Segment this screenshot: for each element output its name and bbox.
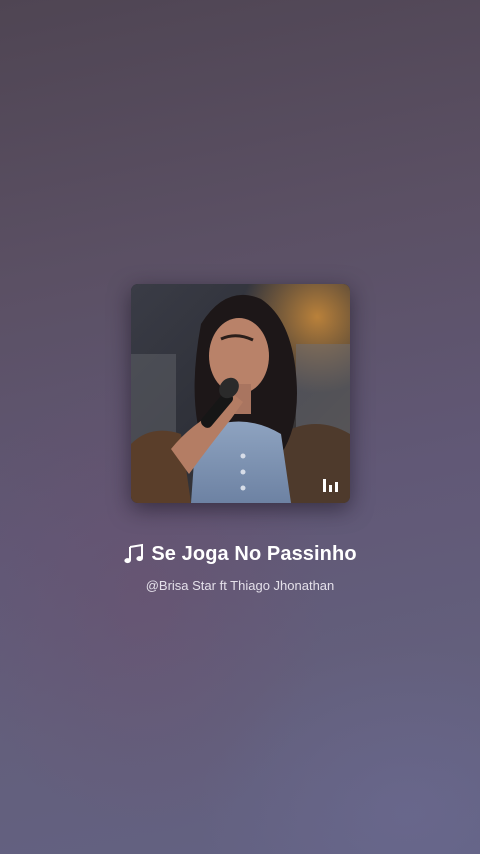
album-cover[interactable] [131,284,350,503]
album-cover-image [131,284,350,503]
equalizer-icon [318,473,344,497]
track-artist[interactable]: @Brisa Star ft Thiago Jhonathan [0,578,480,593]
track-title: Se Joga No Passinho [151,542,357,565]
track-title-row: Se Joga No Passinho [0,539,480,569]
music-note-icon [123,543,145,565]
